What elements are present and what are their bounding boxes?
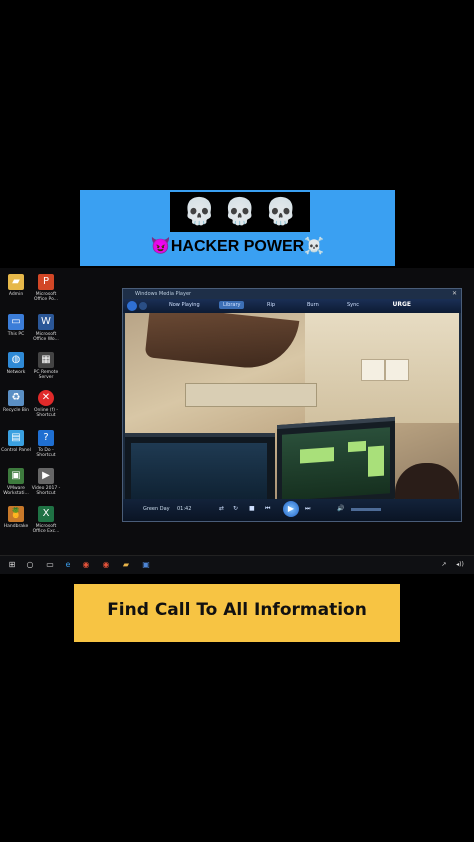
video-monitor-right [277, 416, 395, 499]
desktop-icon-label: Network [6, 370, 26, 375]
previous-icon[interactable]: ⏮ [265, 505, 270, 513]
player-nav-bar: Now Playing Library Rip Burn Sync URGE [123, 299, 461, 313]
desktop-icon-label: Microsoft Office Exc... [32, 524, 60, 534]
excel-icon: X [38, 506, 54, 522]
green-window [368, 445, 384, 477]
desktop-icon-label: Video 2017 - Shortcut [31, 486, 61, 496]
desktop-icon-vmware[interactable]: ▣ VMware Workstati... [0, 468, 32, 496]
window-title-bar[interactable]: Windows Media Player ✕ [123, 289, 461, 299]
cta-banner[interactable]: Find Call To All Information [74, 584, 400, 642]
powerpoint-icon: P [38, 274, 54, 290]
network-icon: ◍ [8, 352, 24, 368]
devil-emoji-icon: 😈 [150, 238, 171, 255]
desktop-icon-label: To Do - Shortcut [36, 448, 56, 458]
monitor-screen [131, 443, 267, 499]
stop-icon[interactable]: ■ [249, 505, 255, 512]
video-socket [385, 359, 409, 381]
video-shelf [185, 383, 317, 407]
video-monitor-left [125, 433, 275, 499]
start-icon[interactable]: ⊞ [6, 559, 18, 571]
control-panel-icon: ▤ [8, 430, 24, 446]
green-window [348, 440, 366, 453]
desktop-icon-label: Control Panel [1, 448, 31, 453]
desktop-icon-pc-remote[interactable]: ▦ PC Remote Server [30, 352, 62, 380]
desktop-icon-label: Recycle Bin [3, 408, 29, 413]
banner-title: 😈HACKER POWER☠️ [80, 236, 395, 256]
desktop-icon-powerpoint[interactable]: P Microsoft Office Po... [30, 274, 62, 302]
desktop-icon-label: Online (f) - Shortcut [33, 408, 59, 418]
desktop-icon-label: Microsoft Office Wo... [33, 332, 59, 342]
desktop-icon-video[interactable]: ▶ Video 2017 - Shortcut [30, 468, 62, 496]
taskbar: ⊞ ○ ▭ e ◉ ◉ ▰ ▣ ↗ ◂)) [0, 555, 474, 574]
desktop-icon-todo[interactable]: ? To Do - Shortcut [30, 430, 62, 458]
video-frame [125, 313, 459, 499]
player-controls: Green Day 01:42 ⇄ ↻ ■ ⏮ ▶ ⏭ 🔊 [123, 499, 461, 521]
desktop-icon-recycle-bin[interactable]: ♻ Recycle Bin [0, 390, 32, 413]
skull-crossbones-icon: ☠️ [304, 238, 325, 255]
now-playing-text: Green Day [143, 506, 170, 512]
desktop-icon-this-pc[interactable]: ▭ This PC [0, 314, 32, 337]
desktop-icon-label: Microsoft Office Po... [33, 292, 59, 302]
desktop-icon-network[interactable]: ◍ Network [0, 352, 32, 375]
search-icon[interactable]: ○ [24, 559, 36, 571]
folder-icon: ▰ [8, 274, 24, 290]
desktop-icon-control-panel[interactable]: ▤ Control Panel [0, 430, 32, 453]
desktop-icon-label: Handbrake [3, 524, 29, 529]
tab-sync[interactable]: Sync [347, 302, 359, 308]
video-arm [144, 313, 300, 373]
elapsed-time: 01:42 [177, 506, 192, 512]
desktop-icon-label: PC Remote Server [33, 370, 59, 380]
skulls-row: 💀 💀 💀 [170, 192, 310, 232]
file-explorer-icon[interactable]: ▰ [120, 559, 132, 571]
desktop-screenshot: ▰ Admin P Microsoft Office Po... ▭ This … [0, 268, 474, 574]
tab-rip[interactable]: Rip [267, 302, 275, 308]
network-tray-icon[interactable]: ↗ [438, 559, 450, 571]
window-title: Windows Media Player [135, 291, 192, 297]
green-window [300, 447, 334, 464]
desktop-icon-label: This PC [7, 332, 25, 337]
forward-button[interactable] [139, 302, 147, 310]
volume-tray-icon[interactable]: ◂)) [454, 559, 466, 571]
desktop: ▰ Admin P Microsoft Office Po... ▭ This … [0, 268, 474, 555]
tab-burn[interactable]: Burn [307, 302, 319, 308]
banner-title-text: HACKER POWER [170, 238, 305, 255]
volume-slider[interactable] [351, 508, 381, 511]
volume-icon[interactable]: 🔊 [337, 505, 344, 512]
word-icon: W [38, 314, 54, 330]
close-icon[interactable]: ✕ [452, 289, 457, 299]
help-icon: ? [38, 430, 54, 446]
desktop-icon-handbrake[interactable]: 🍍 Handbrake [0, 506, 32, 529]
video-person [395, 463, 459, 499]
video-socket [361, 359, 385, 381]
tab-library[interactable]: Library [219, 301, 245, 309]
shuffle-icon[interactable]: ⇄ [219, 505, 224, 512]
desktop-icon-word[interactable]: W Microsoft Office Wo... [30, 314, 62, 342]
vmware-icon: ▣ [8, 468, 24, 484]
tab-now-playing[interactable]: Now Playing [169, 302, 200, 308]
play-button[interactable]: ▶ [283, 501, 299, 517]
chrome-alt-icon[interactable]: ◉ [100, 559, 112, 571]
desktop-icon-excel[interactable]: X Microsoft Office Exc... [30, 506, 62, 534]
next-icon[interactable]: ⏭ [305, 505, 310, 513]
edge-icon[interactable]: e [62, 559, 74, 571]
recycle-bin-icon: ♻ [8, 390, 24, 406]
video-icon: ▶ [38, 468, 54, 484]
task-view-icon[interactable]: ▭ [44, 559, 56, 571]
repeat-icon[interactable]: ↻ [233, 505, 238, 512]
back-button[interactable] [127, 301, 137, 311]
desktop-icon-online[interactable]: ✕ Online (f) - Shortcut [30, 390, 62, 418]
remote-icon: ▦ [38, 352, 54, 368]
urge-tab[interactable]: URGE [392, 301, 411, 308]
desktop-icon-admin[interactable]: ▰ Admin [0, 274, 32, 297]
desktop-icon-label: VMware Workstati... [3, 486, 29, 496]
error-icon: ✕ [38, 390, 54, 406]
chrome-icon[interactable]: ◉ [80, 559, 92, 571]
monitor-screen [282, 427, 390, 499]
desktop-icon-label: Admin [8, 292, 24, 297]
handbrake-icon: 🍍 [8, 506, 24, 522]
media-player-icon[interactable]: ▣ [140, 559, 152, 571]
computer-icon: ▭ [8, 314, 24, 330]
media-player-window[interactable]: Windows Media Player ✕ Now Playing Libra… [122, 288, 462, 522]
